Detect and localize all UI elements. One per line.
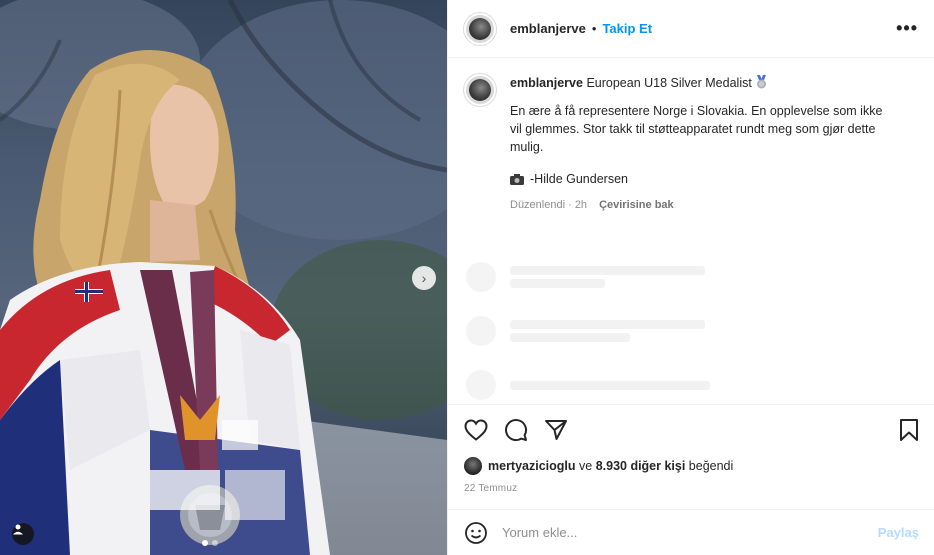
comment-skeleton [466,262,926,292]
carousel-dots [202,540,218,546]
emoji-icon [465,521,487,544]
comment-bar: Paylaş [448,509,934,555]
header-username[interactable]: emblanjerve [510,21,586,36]
comment-skeleton [466,370,926,400]
post-side-panel: emblanjerve • Takip Et ••• emblanjerve E… [447,0,934,555]
likes-summary: mertyazicioglu ve 8.930 diğer kişi beğen… [464,457,919,475]
comment-button[interactable] [504,418,528,442]
medal-emoji-icon [757,75,767,89]
chevron-right-icon: › [421,270,427,286]
tagged-users-button[interactable] [12,523,34,545]
liker-username[interactable]: mertyazicioglu [488,459,576,473]
bookmark-icon [900,419,918,441]
post-media[interactable]: › [0,0,447,555]
caption-body: En ære å få representere Norge i Slovaki… [510,104,883,154]
photo-credit: -Hilde Gundersen [530,172,628,186]
see-translation-link[interactable]: Çevirisine bak [599,196,674,214]
like-button[interactable] [464,419,488,441]
likes-conjunction: ve [575,459,596,473]
post-actions: mertyazicioglu ve 8.930 diğer kişi beğen… [448,404,934,494]
athlete-photo [0,0,447,555]
carousel-next-button[interactable]: › [412,266,436,290]
follow-button[interactable]: Takip Et [602,21,652,36]
heart-icon [464,419,488,441]
likes-suffix: beğendi [685,459,734,473]
liker-avatar[interactable] [464,457,482,475]
comment-icon [505,419,528,442]
likes-count-link[interactable]: 8.930 diğer kişi [596,459,686,473]
carousel-dot [212,540,218,546]
post-header: emblanjerve • Takip Et ••• [448,0,934,58]
caption-avatar[interactable] [464,74,496,106]
more-options-icon[interactable]: ••• [896,18,918,39]
avatar[interactable] [464,12,496,45]
caption: emblanjerve European U18 Silver Medalist… [448,58,934,214]
send-icon [545,420,567,440]
comment-skeleton [466,316,926,346]
comment-input[interactable] [502,525,878,540]
user-icon [13,524,23,535]
edited-timestamp: Düzenlendi · 2h [510,199,588,211]
caption-username[interactable]: emblanjerve [510,76,583,90]
camera-emoji-icon [510,174,524,185]
carousel-dot [202,540,208,546]
post-comment-button[interactable]: Paylaş [878,525,919,540]
caption-title: European U18 Silver Medalist [586,76,752,90]
share-button[interactable] [544,418,568,442]
emoji-button[interactable] [464,521,488,545]
post-date[interactable]: 22 Temmuz [464,483,919,494]
header-separator: • [591,21,597,36]
save-button[interactable] [899,418,919,442]
